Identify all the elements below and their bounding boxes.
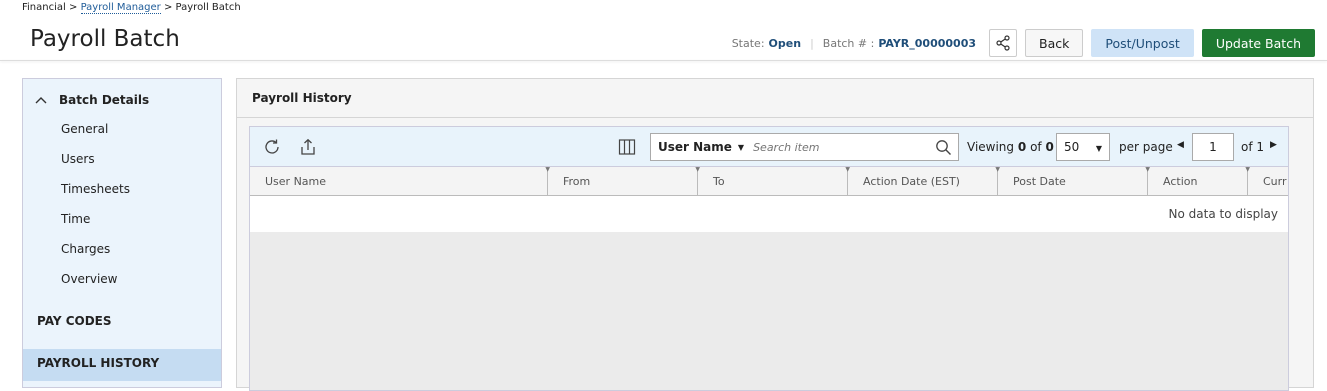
- share-button[interactable]: [989, 29, 1018, 57]
- sidebar-item-general[interactable]: General: [61, 122, 108, 136]
- breadcrumb: Financial > Payroll Manager > Payroll Ba…: [22, 2, 241, 14]
- search-box: User Name ▼: [650, 133, 959, 161]
- state-value: Open: [768, 36, 802, 50]
- column-label: Curr: [1263, 175, 1287, 188]
- panel-title: Payroll History: [252, 91, 352, 105]
- empty-message: No data to display: [1168, 207, 1278, 221]
- column-header-from[interactable]: From ▼: [548, 166, 700, 196]
- per-page-label: per page: [1119, 140, 1173, 154]
- sidebar-item-payroll-history[interactable]: PAYROLL HISTORY: [37, 356, 159, 370]
- batch-label: Batch # :: [822, 36, 875, 50]
- batch-meta: State: Open | Batch # : PAYR_00000003: [732, 37, 976, 50]
- column-label: Action Date (EST): [863, 175, 960, 188]
- viewing-from: 0: [1017, 140, 1027, 154]
- column-label: User Name: [265, 175, 327, 188]
- viewing-label: Viewing: [967, 140, 1015, 154]
- sidebar-section-batch-details[interactable]: Batch Details: [35, 93, 149, 107]
- state-label: State:: [731, 36, 765, 50]
- column-header-currency[interactable]: Curr: [1248, 167, 1288, 196]
- column-header-user-name[interactable]: User Name ▼: [250, 166, 550, 196]
- header-actions: State: Open | Batch # : PAYR_00000003 Ba…: [732, 29, 1315, 57]
- share-icon: [996, 35, 1010, 51]
- grid-body: No data to display: [250, 196, 1288, 232]
- chevron-up-icon: [35, 97, 47, 104]
- search-input[interactable]: [753, 140, 944, 154]
- caret-down-icon: ▼: [1095, 144, 1102, 153]
- export-icon[interactable]: [299, 138, 317, 156]
- viewing-status: Viewing 0 of 0: [967, 140, 1054, 154]
- column-label: Post Date: [1013, 175, 1066, 188]
- grid-header: User Name ▼ From ▼ To ▼ Action Date (EST) ▼ …: [250, 166, 1288, 196]
- breadcrumb-financial[interactable]: Financial: [22, 2, 66, 13]
- sidebar-item-charges[interactable]: Charges: [61, 242, 110, 256]
- sidebar-item-pay-codes[interactable]: PAY CODES: [37, 314, 112, 328]
- prev-page-icon[interactable]: ◀: [1177, 140, 1184, 150]
- columns-icon[interactable]: [618, 138, 636, 156]
- column-header-action-date[interactable]: Action Date (EST) ▼: [848, 166, 1000, 196]
- history-grid: User Name ▼ Viewing 0 of 0 50 ▼ per page: [249, 126, 1289, 391]
- sidebar-item-time[interactable]: Time: [61, 212, 90, 226]
- search-field-select[interactable]: User Name ▼: [658, 140, 744, 154]
- column-header-action[interactable]: Action ▼: [1148, 166, 1250, 196]
- sidebar: Batch Details General Users Timesheets T…: [22, 78, 222, 388]
- breadcrumb-current: Payroll Batch: [175, 2, 241, 13]
- page-number-input[interactable]: 1: [1192, 133, 1234, 161]
- per-page-select[interactable]: 50 ▼: [1056, 133, 1110, 161]
- back-button[interactable]: Back: [1025, 29, 1084, 57]
- panel-divider: [237, 117, 1313, 118]
- column-header-to[interactable]: To ▼: [698, 166, 850, 196]
- sidebar-item-overview[interactable]: Overview: [61, 272, 118, 286]
- caret-down-icon: ▼: [737, 142, 745, 152]
- batch-number: PAYR_00000003: [878, 36, 977, 50]
- search-icon[interactable]: [935, 139, 952, 156]
- update-batch-button[interactable]: Update Batch: [1201, 29, 1315, 57]
- post-unpost-button[interactable]: Post/Unpost: [1091, 29, 1194, 57]
- breadcrumb-separator: >: [68, 2, 78, 13]
- viewing-total: 0: [1045, 140, 1054, 154]
- refresh-icon[interactable]: [263, 138, 281, 156]
- search-field-label: User Name: [658, 140, 732, 154]
- column-label: From: [563, 175, 591, 188]
- column-label: Action: [1163, 175, 1198, 188]
- page-total: of 1: [1241, 140, 1265, 154]
- column-header-post-date[interactable]: Post Date ▼: [998, 166, 1150, 196]
- meta-divider: |: [810, 36, 814, 50]
- grid-toolbar: User Name ▼ Viewing 0 of 0 50 ▼ per page: [250, 127, 1288, 167]
- sidebar-item-timesheets[interactable]: Timesheets: [61, 182, 130, 196]
- breadcrumb-separator: >: [163, 2, 173, 13]
- next-page-icon[interactable]: ▶: [1270, 140, 1277, 150]
- page-title: Payroll Batch: [30, 26, 180, 52]
- sidebar-item-users[interactable]: Users: [61, 152, 95, 166]
- sidebar-section-label: Batch Details: [59, 93, 150, 107]
- header-divider: [0, 60, 1327, 61]
- breadcrumb-payroll-manager[interactable]: Payroll Manager: [80, 2, 161, 14]
- viewing-of: of: [1030, 140, 1042, 154]
- payroll-history-panel: Payroll History User Name ▼ Search item …: [236, 78, 1314, 391]
- column-label: To: [713, 175, 725, 188]
- per-page-value: 50: [1064, 140, 1080, 154]
